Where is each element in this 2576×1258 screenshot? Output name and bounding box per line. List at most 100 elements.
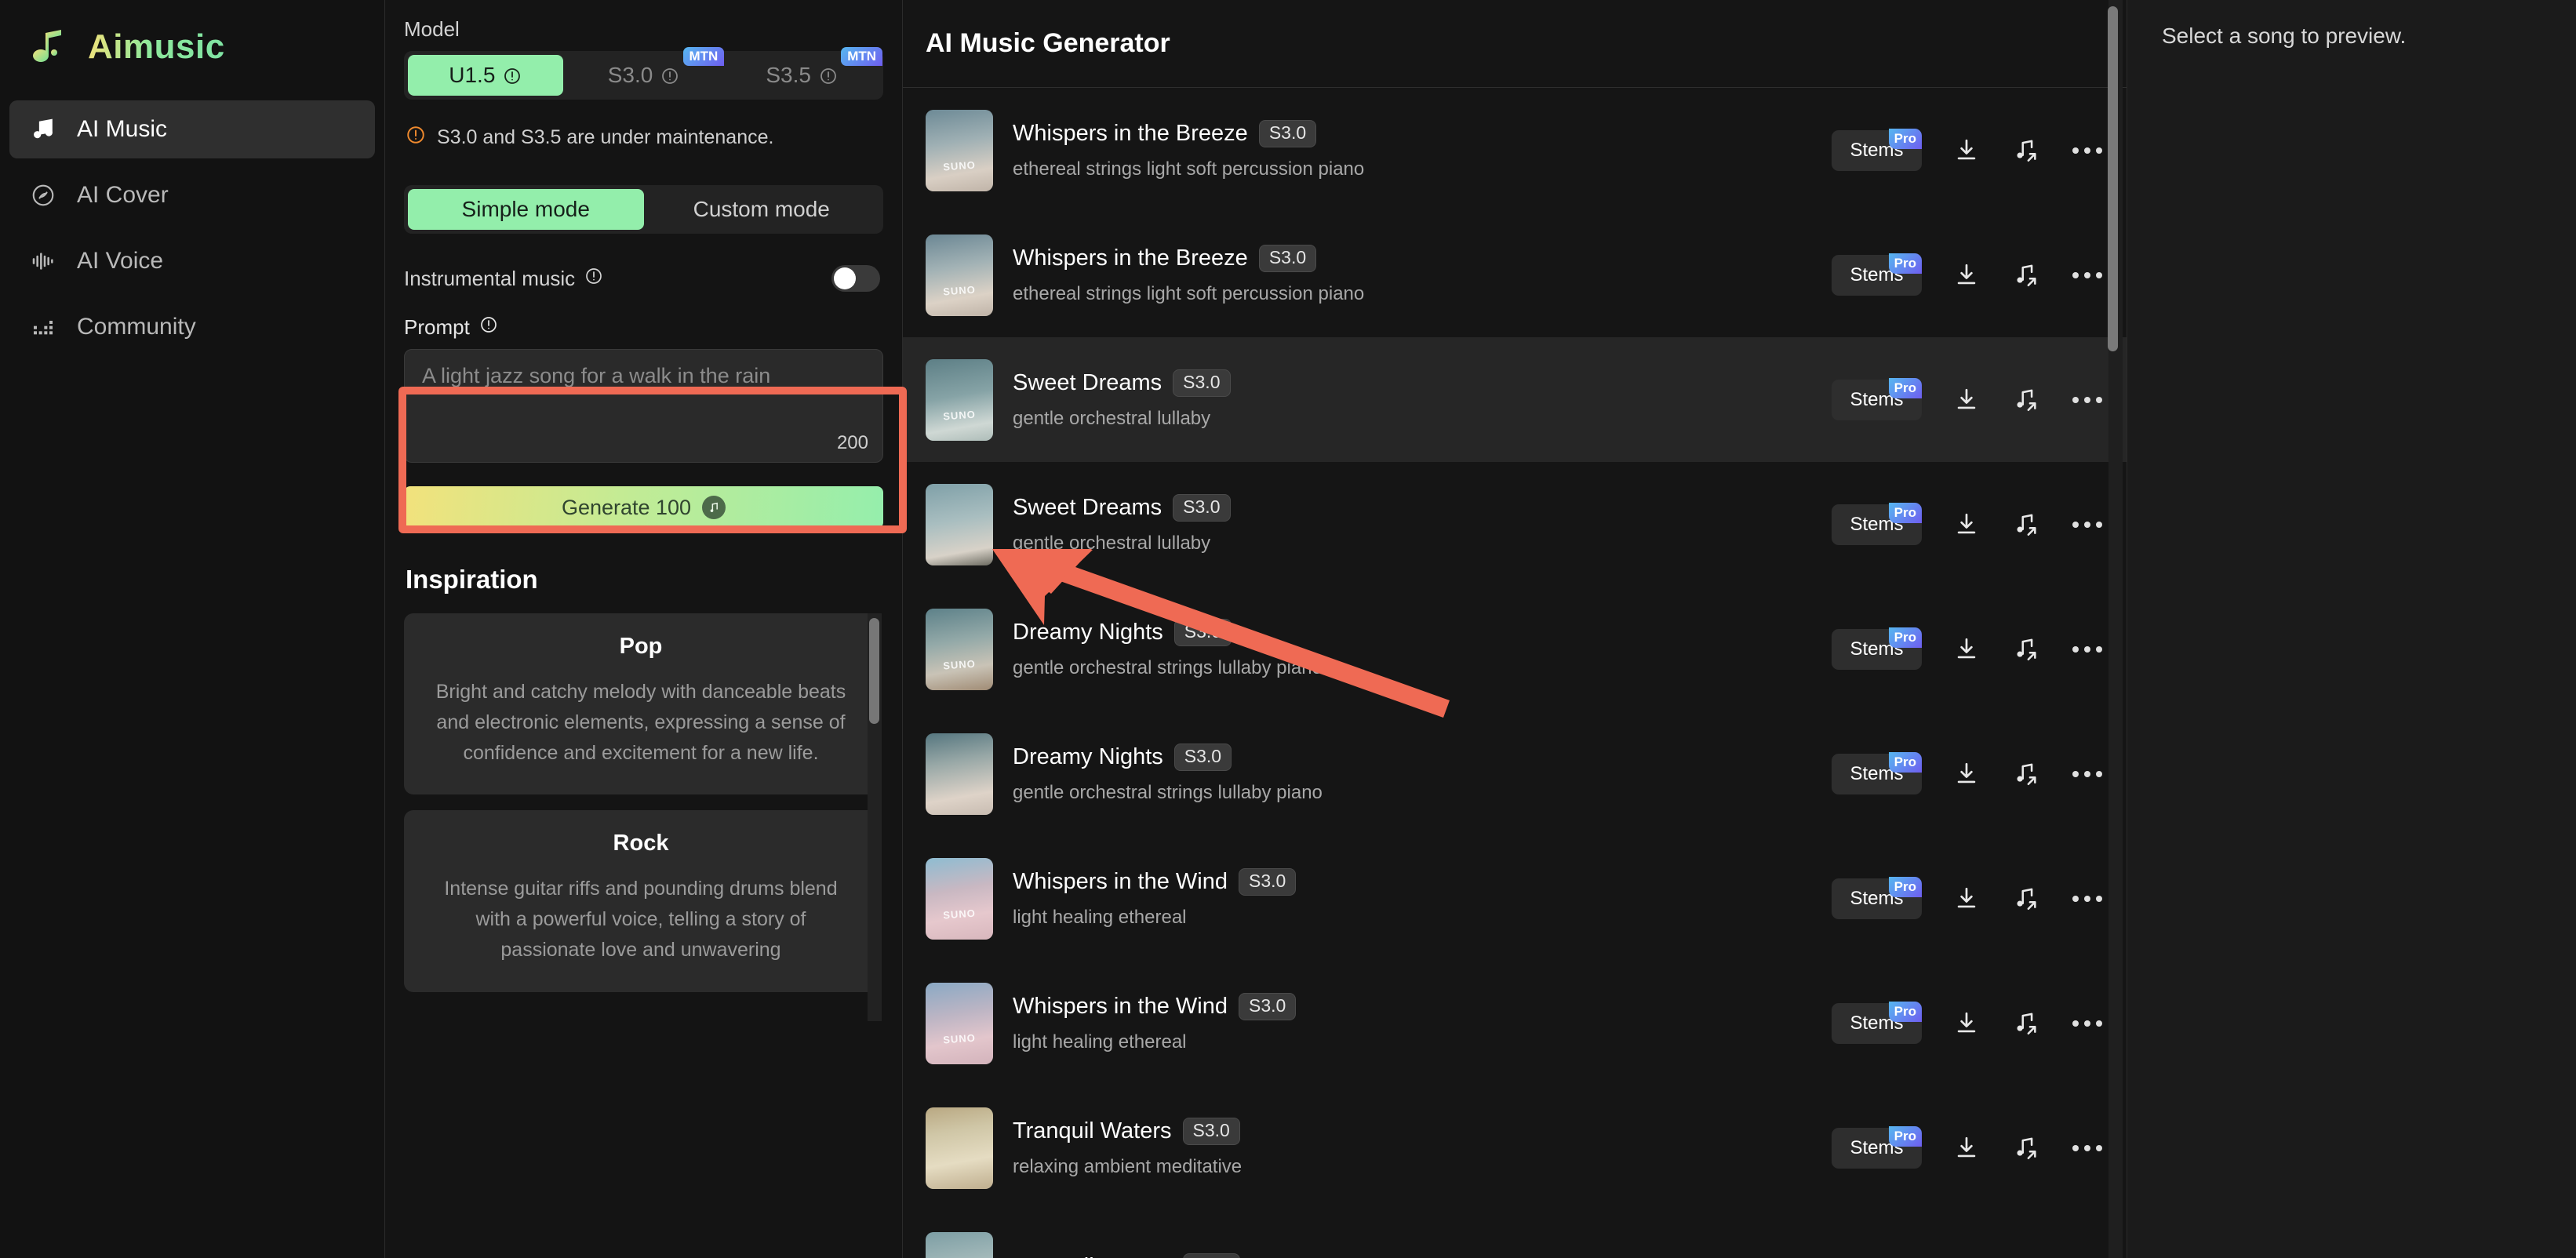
song-row[interactable]: SUNO Whispers in the Breeze S3.0 ethereal s… — [903, 213, 2127, 337]
page-title: AI Music Generator — [926, 28, 1170, 58]
song-actions: Stems Pro — [1832, 1125, 2104, 1169]
pro-badge: Pro — [1888, 253, 1922, 274]
song-version-chip: S3.0 — [1182, 1118, 1240, 1145]
stems-button[interactable]: Stems Pro — [1832, 627, 1922, 670]
song-artwork[interactable] — [926, 483, 993, 565]
song-title-line: Tranquil Waters S3.0 — [1013, 1118, 1832, 1145]
download-icon[interactable] — [1952, 884, 1981, 914]
sidebar-item-ai-voice[interactable]: AI Voice — [9, 232, 375, 290]
song-artwork[interactable]: SUNO — [926, 982, 993, 1064]
song-artwork[interactable]: SUNO — [926, 608, 993, 690]
song-tags: gentle orchestral strings lullaby piano — [1013, 782, 1323, 803]
download-icon[interactable] — [1952, 1009, 1981, 1038]
song-list-scrollbar-track[interactable] — [2108, 0, 2123, 1258]
more-options-icon[interactable] — [2071, 1014, 2104, 1033]
song-version-chip: S3.0 — [1182, 1253, 1240, 1258]
share-music-icon[interactable] — [2011, 510, 2041, 540]
info-icon[interactable] — [584, 267, 603, 291]
download-icon[interactable] — [1952, 510, 1981, 540]
info-icon[interactable] — [503, 66, 522, 85]
pro-badge: Pro — [1888, 751, 1922, 773]
song-row[interactable]: Tranquil Waters S3.0 relaxing ambient medi… — [903, 1085, 2127, 1210]
stems-button[interactable]: Stems Pro — [1832, 1125, 1922, 1169]
download-icon[interactable] — [1952, 385, 1981, 415]
song-row[interactable]: SUNO Sweet Dreams S3.0 gentle orchestral lu… — [903, 337, 2127, 462]
share-music-icon[interactable] — [2011, 759, 2041, 789]
song-row[interactable]: Tranquil Waters S3.0 — [903, 1210, 2127, 1258]
song-title: Dreamy Nights — [1013, 620, 1163, 645]
stems-button[interactable]: Stems Pro — [1832, 128, 1922, 171]
song-artwork[interactable]: SUNO — [926, 857, 993, 940]
stems-button[interactable]: Stems Pro — [1832, 502, 1922, 545]
song-artwork[interactable] — [926, 1231, 993, 1258]
song-artwork[interactable]: SUNO — [926, 358, 993, 441]
stems-button[interactable]: Stems Pro — [1832, 876, 1922, 919]
song-row[interactable]: Dreamy Nights S3.0 gentle orchestral strin… — [903, 711, 2127, 836]
share-music-icon[interactable] — [2011, 260, 2041, 290]
mode-option-simple[interactable]: Simple mode — [408, 189, 644, 230]
song-title-line: Sweet Dreams S3.0 — [1013, 494, 1832, 522]
share-music-icon[interactable] — [2011, 136, 2041, 165]
download-icon[interactable] — [1952, 260, 1981, 290]
stems-button[interactable]: Stems Pro — [1832, 751, 1922, 794]
more-options-icon[interactable] — [2071, 889, 2104, 908]
sidebar-item-ai-music[interactable]: AI Music — [9, 100, 375, 158]
song-list-scrollbar-thumb[interactable] — [2108, 6, 2118, 351]
sidebar-item-label: AI Cover — [77, 182, 169, 208]
mode-option-custom[interactable]: Custom mode — [644, 189, 880, 230]
inspiration-card[interactable]: Rock Intense guitar riffs and pounding d… — [404, 810, 878, 992]
instrumental-music-toggle[interactable] — [831, 265, 880, 292]
share-music-icon[interactable] — [2011, 634, 2041, 664]
song-title-line: Dreamy Nights S3.0 — [1013, 619, 1832, 646]
download-icon[interactable] — [1952, 759, 1981, 789]
inspiration-scrollbar-thumb[interactable] — [869, 618, 879, 724]
generate-button[interactable]: Generate 100 — [404, 486, 883, 529]
song-row[interactable]: Sweet Dreams S3.0 gentle orchestral lullab… — [903, 462, 2127, 587]
share-music-icon[interactable] — [2011, 884, 2041, 914]
inspiration-scrollbar-track[interactable] — [868, 613, 882, 1021]
more-options-icon[interactable] — [2071, 141, 2104, 160]
brand[interactable]: Aimusic — [0, 0, 384, 100]
song-tags: ethereal strings light soft percussion p… — [1013, 283, 1365, 304]
model-option-u15[interactable]: U1.5 — [408, 55, 563, 96]
download-icon[interactable] — [1952, 136, 1981, 165]
song-artwork[interactable]: SUNO — [926, 109, 993, 191]
model-option-s30[interactable]: S3.0 MTN — [566, 47, 725, 96]
maintenance-notice: S3.0 and S3.5 are under maintenance. — [406, 125, 883, 151]
sidebar-item-community[interactable]: Community — [9, 298, 375, 356]
more-options-icon[interactable] — [2071, 515, 2104, 534]
more-options-icon[interactable] — [2071, 266, 2104, 285]
download-icon[interactable] — [1952, 1133, 1981, 1163]
share-music-icon[interactable] — [2011, 1133, 2041, 1163]
share-music-icon[interactable] — [2011, 385, 2041, 415]
song-meta: Tranquil Waters S3.0 — [993, 1253, 2104, 1258]
song-row[interactable]: SUNO Whispers in the Wind S3.0 light healin… — [903, 836, 2127, 961]
stems-button[interactable]: Stems Pro — [1832, 253, 1922, 296]
inspiration-card[interactable]: Pop Bright and catchy melody with dancea… — [404, 613, 878, 795]
info-icon[interactable] — [660, 66, 679, 85]
info-icon[interactable] — [479, 315, 498, 340]
song-artwork[interactable]: SUNO — [926, 234, 993, 316]
share-music-icon[interactable] — [2011, 1009, 2041, 1038]
song-row[interactable]: SUNO Whispers in the Breeze S3.0 ethereal s… — [903, 88, 2127, 213]
info-icon[interactable] — [819, 66, 838, 85]
song-artwork[interactable] — [926, 733, 993, 815]
song-tags: relaxing ambient meditative — [1013, 1156, 1243, 1177]
model-option-label: S3.0 — [607, 63, 653, 87]
stems-button[interactable]: Stems Pro — [1832, 377, 1922, 420]
prompt-input[interactable]: A light jazz song for a walk in the rain… — [404, 349, 883, 463]
sidebar-item-ai-cover[interactable]: AI Cover — [9, 166, 375, 224]
waveform-icon — [30, 248, 56, 275]
more-options-icon[interactable] — [2071, 640, 2104, 659]
song-row[interactable]: SUNO Whispers in the Wind S3.0 light healin… — [903, 961, 2127, 1085]
inspiration-list: Pop Bright and catchy melody with dancea… — [404, 613, 883, 1021]
song-row[interactable]: SUNO Dreamy Nights S3.0 gentle orchestral s… — [903, 587, 2127, 711]
more-options-icon[interactable] — [2071, 391, 2104, 409]
download-icon[interactable] — [1952, 634, 1981, 664]
stems-button[interactable]: Stems Pro — [1832, 1001, 1922, 1044]
model-option-s35[interactable]: S3.5 MTN — [724, 47, 883, 96]
maintenance-badge: MTN — [841, 47, 883, 66]
more-options-icon[interactable] — [2071, 765, 2104, 784]
more-options-icon[interactable] — [2071, 1139, 2104, 1158]
song-artwork[interactable] — [926, 1107, 993, 1189]
